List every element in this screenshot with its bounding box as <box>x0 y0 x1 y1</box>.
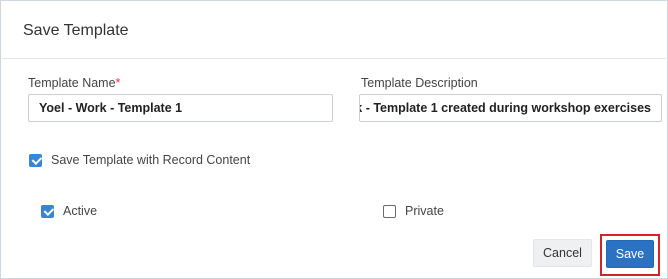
template-description-input[interactable]: Yoel - Work - Template 1 created during … <box>359 94 662 122</box>
private-row[interactable]: Private <box>383 204 444 218</box>
save-with-record-content-row[interactable]: Save Template with Record Content <box>29 153 250 167</box>
required-marker: * <box>115 76 121 90</box>
template-name-value: Yoel - Work - Template 1 <box>39 101 183 115</box>
template-description-label: Template Description <box>361 76 478 90</box>
title-divider <box>2 58 666 59</box>
save-with-record-content-label: Save Template with Record Content <box>51 153 251 167</box>
save-with-record-content-checkbox[interactable] <box>29 153 42 167</box>
active-label: Active <box>63 204 98 218</box>
active-row[interactable]: Active <box>41 204 97 218</box>
cancel-button[interactable]: Cancel <box>533 239 592 267</box>
private-checkbox[interactable] <box>383 204 396 218</box>
active-checkbox[interactable] <box>41 204 54 218</box>
dialog-title: Save Template <box>23 22 129 39</box>
save-template-dialog: Save Template Template Name* Yoel - Work… <box>0 0 668 279</box>
private-label: Private <box>405 204 444 218</box>
template-name-label: Template Name* <box>28 76 120 90</box>
save-button[interactable]: Save <box>606 240 654 268</box>
template-description-value: Yoel - Work - Template 1 created during … <box>360 101 651 115</box>
template-name-input[interactable]: Yoel - Work - Template 1 <box>28 94 333 122</box>
template-name-label-text: Template Name <box>28 76 116 90</box>
